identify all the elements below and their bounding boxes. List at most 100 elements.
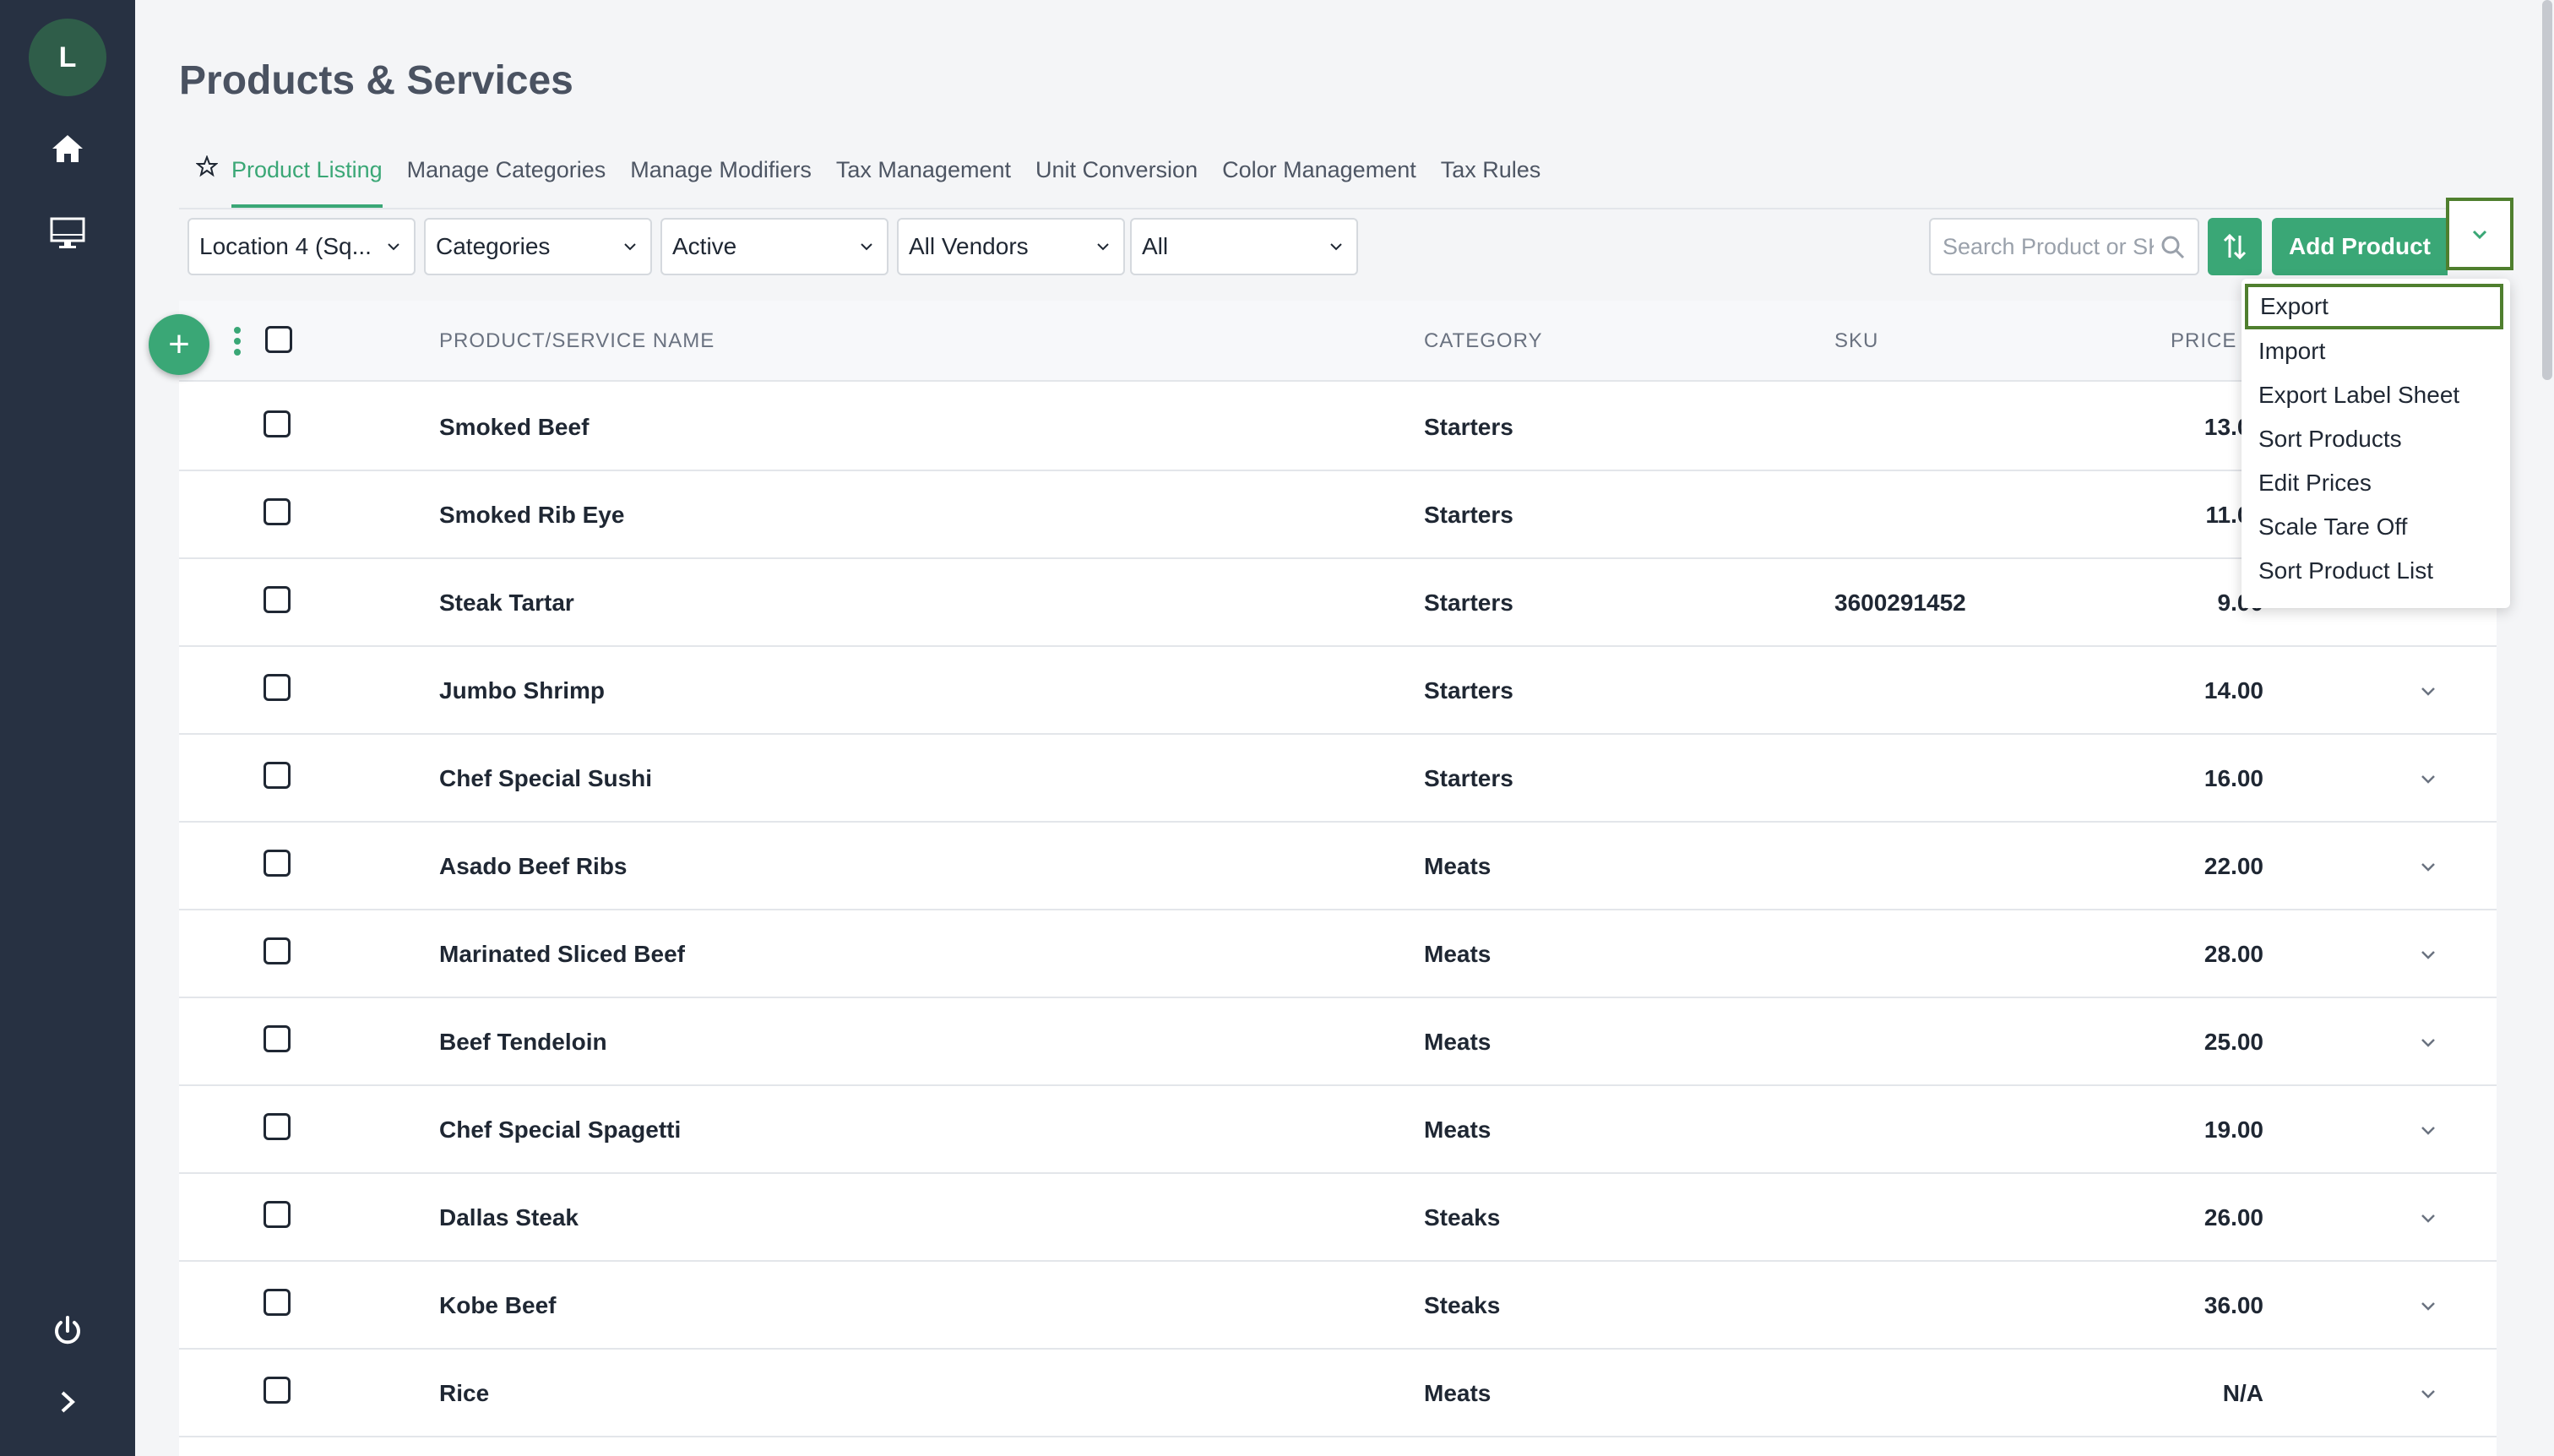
row-checkbox[interactable] — [264, 586, 291, 613]
chevron-down-icon[interactable] — [2417, 681, 2439, 703]
chevron-down-icon[interactable] — [2417, 1383, 2439, 1405]
row-checkbox[interactable] — [264, 762, 291, 789]
header-price[interactable]: PRICE ( — [2171, 329, 2251, 353]
chevron-down-icon[interactable] — [2417, 1296, 2439, 1317]
menu-item-sort-products[interactable]: Sort Products — [2242, 417, 2510, 461]
menu-item-edit-prices[interactable]: Edit Prices — [2242, 461, 2510, 505]
chevron-down-icon — [861, 243, 872, 251]
chevron-down-icon[interactable] — [2417, 944, 2439, 966]
vendors-select[interactable]: All Vendors — [897, 218, 1125, 275]
all-select[interactable]: All — [1130, 218, 1358, 275]
location-select-value: Location 4 (Sq... — [199, 233, 372, 259]
chevron-down-icon[interactable] — [2417, 1208, 2439, 1230]
product-price: N/A — [2222, 1380, 2263, 1406]
product-name: Chef Special Sushi — [439, 765, 653, 791]
menu-item-scale-tare-off[interactable]: Scale Tare Off — [2242, 505, 2510, 549]
table-row[interactable]: Asado Beef Ribs Meats 22.00 — [179, 823, 2497, 910]
kebab-menu-icon[interactable] — [233, 326, 242, 356]
select-all-checkbox[interactable] — [265, 326, 292, 353]
categories-select[interactable]: Categories — [424, 218, 652, 275]
add-product-button[interactable]: Add Product — [2272, 218, 2448, 275]
monitor-icon[interactable] — [42, 208, 93, 258]
tab-manage-modifiers[interactable]: Manage Modifiers — [630, 152, 812, 208]
row-checkbox[interactable] — [264, 1113, 291, 1140]
chevron-down-icon[interactable] — [2417, 1120, 2439, 1142]
chevron-down-icon — [388, 243, 399, 251]
product-category: Meats — [1424, 941, 1492, 967]
add-row-button[interactable]: + — [149, 314, 209, 375]
product-category: Starters — [1424, 765, 1513, 791]
home-icon[interactable] — [42, 123, 93, 174]
product-price: 26.00 — [2204, 1204, 2263, 1231]
table-row[interactable]: Rice Meats N/A — [179, 1350, 2497, 1437]
location-select[interactable]: Location 4 (Sq... — [187, 218, 416, 275]
product-category: Meats — [1424, 1380, 1492, 1406]
status-select[interactable]: Active — [660, 218, 888, 275]
product-name: Chef Special Spagetti — [439, 1116, 682, 1143]
tab-tax-rules[interactable]: Tax Rules — [1441, 152, 1541, 208]
star-icon[interactable] — [196, 155, 218, 177]
row-checkbox[interactable] — [264, 1025, 291, 1052]
search-icon[interactable] — [2160, 235, 2186, 260]
chevron-down-icon — [1097, 243, 1109, 251]
product-category: Steaks — [1424, 1292, 1501, 1318]
tab-product-listing[interactable]: Product Listing — [231, 152, 383, 208]
table-row[interactable]: Jumbo Shrimp Starters 14.00 — [179, 647, 2497, 735]
menu-item-import[interactable]: Import — [2242, 329, 2510, 373]
tab-tax-management[interactable]: Tax Management — [836, 152, 1011, 208]
header-category[interactable]: CATEGORY — [1424, 329, 1542, 353]
row-checkbox[interactable] — [264, 850, 291, 877]
product-price: 36.00 — [2204, 1292, 2263, 1318]
product-price: 22.00 — [2204, 853, 2263, 879]
product-price: 19.00 — [2204, 1116, 2263, 1143]
power-icon[interactable] — [42, 1306, 93, 1356]
search-input[interactable] — [1943, 233, 2154, 260]
row-checkbox[interactable] — [264, 1201, 291, 1228]
chevron-right-icon[interactable] — [42, 1377, 93, 1427]
product-price: 9.00 — [2217, 589, 2264, 616]
table-row[interactable]: Chef Special Spagetti Meats 19.00 — [179, 1086, 2497, 1174]
chevron-down-icon[interactable] — [2417, 1032, 2439, 1054]
scrollbar-thumb[interactable] — [2542, 0, 2552, 380]
row-checkbox[interactable] — [264, 674, 291, 701]
categories-select-value: Categories — [436, 233, 551, 259]
product-name: Kobe Beef — [439, 1292, 557, 1318]
product-name: Asado Beef Ribs — [439, 853, 628, 879]
chevron-down-icon[interactable] — [2417, 769, 2439, 790]
table-row[interactable]: Dallas Steak Steaks 26.00 — [179, 1174, 2497, 1262]
product-name: Steak Tartar — [439, 589, 574, 616]
table-row[interactable]: Chef Special Sushi Starters 16.00 — [179, 735, 2497, 823]
menu-item-sort-product-list[interactable]: Sort Product List — [2242, 549, 2510, 593]
table-row[interactable]: Steak Tartar Starters 3600291452 9.00 — [179, 559, 2497, 647]
chevron-down-icon[interactable] — [2417, 856, 2439, 878]
product-name: Beef Tendeloin — [439, 1029, 607, 1055]
tab-manage-categories[interactable]: Manage Categories — [407, 152, 606, 208]
product-price: 11.00 — [2205, 502, 2263, 528]
header-sku[interactable]: SKU — [1834, 329, 1878, 353]
table-row[interactable]: Marinated Sliced Beef Meats 28.00 — [179, 910, 2497, 998]
table-row[interactable]: Beef Tendeloin Meats 25.00 — [179, 998, 2497, 1086]
chevron-down-icon — [1330, 243, 1342, 251]
row-checkbox[interactable] — [264, 1377, 291, 1404]
header-name[interactable]: PRODUCT/SERVICE NAME — [439, 329, 715, 353]
row-checkbox[interactable] — [264, 1289, 291, 1316]
product-category: Starters — [1424, 589, 1513, 616]
tab-unit-conversion[interactable]: Unit Conversion — [1035, 152, 1198, 208]
row-checkbox[interactable] — [264, 410, 291, 437]
menu-item-export-label-sheet[interactable]: Export Label Sheet — [2242, 373, 2510, 417]
row-checkbox[interactable] — [264, 937, 291, 964]
avatar[interactable]: L — [29, 19, 106, 96]
sort-button[interactable] — [2208, 218, 2262, 275]
status-select-value: Active — [672, 233, 737, 259]
products-table: + PRODUCT/SERVICE NAME CATEGORY SKU PRIC… — [149, 301, 2497, 1456]
tab-color-management[interactable]: Color Management — [1222, 152, 1416, 208]
table-row[interactable]: Kobe Beef Steaks 36.00 — [179, 1262, 2497, 1350]
page-title: Products & Services — [179, 58, 573, 103]
row-checkbox[interactable] — [264, 498, 291, 525]
menu-item-export[interactable]: Export — [2245, 284, 2503, 329]
table-row[interactable]: Smoked Beef Starters 13.00 — [179, 383, 2497, 471]
product-price: 28.00 — [2204, 941, 2263, 967]
add-product-menu-toggle[interactable] — [2446, 198, 2513, 270]
table-row[interactable]: Smoked Rib Eye Starters 11.00 — [179, 471, 2497, 559]
vendors-select-value: All Vendors — [909, 233, 1029, 259]
